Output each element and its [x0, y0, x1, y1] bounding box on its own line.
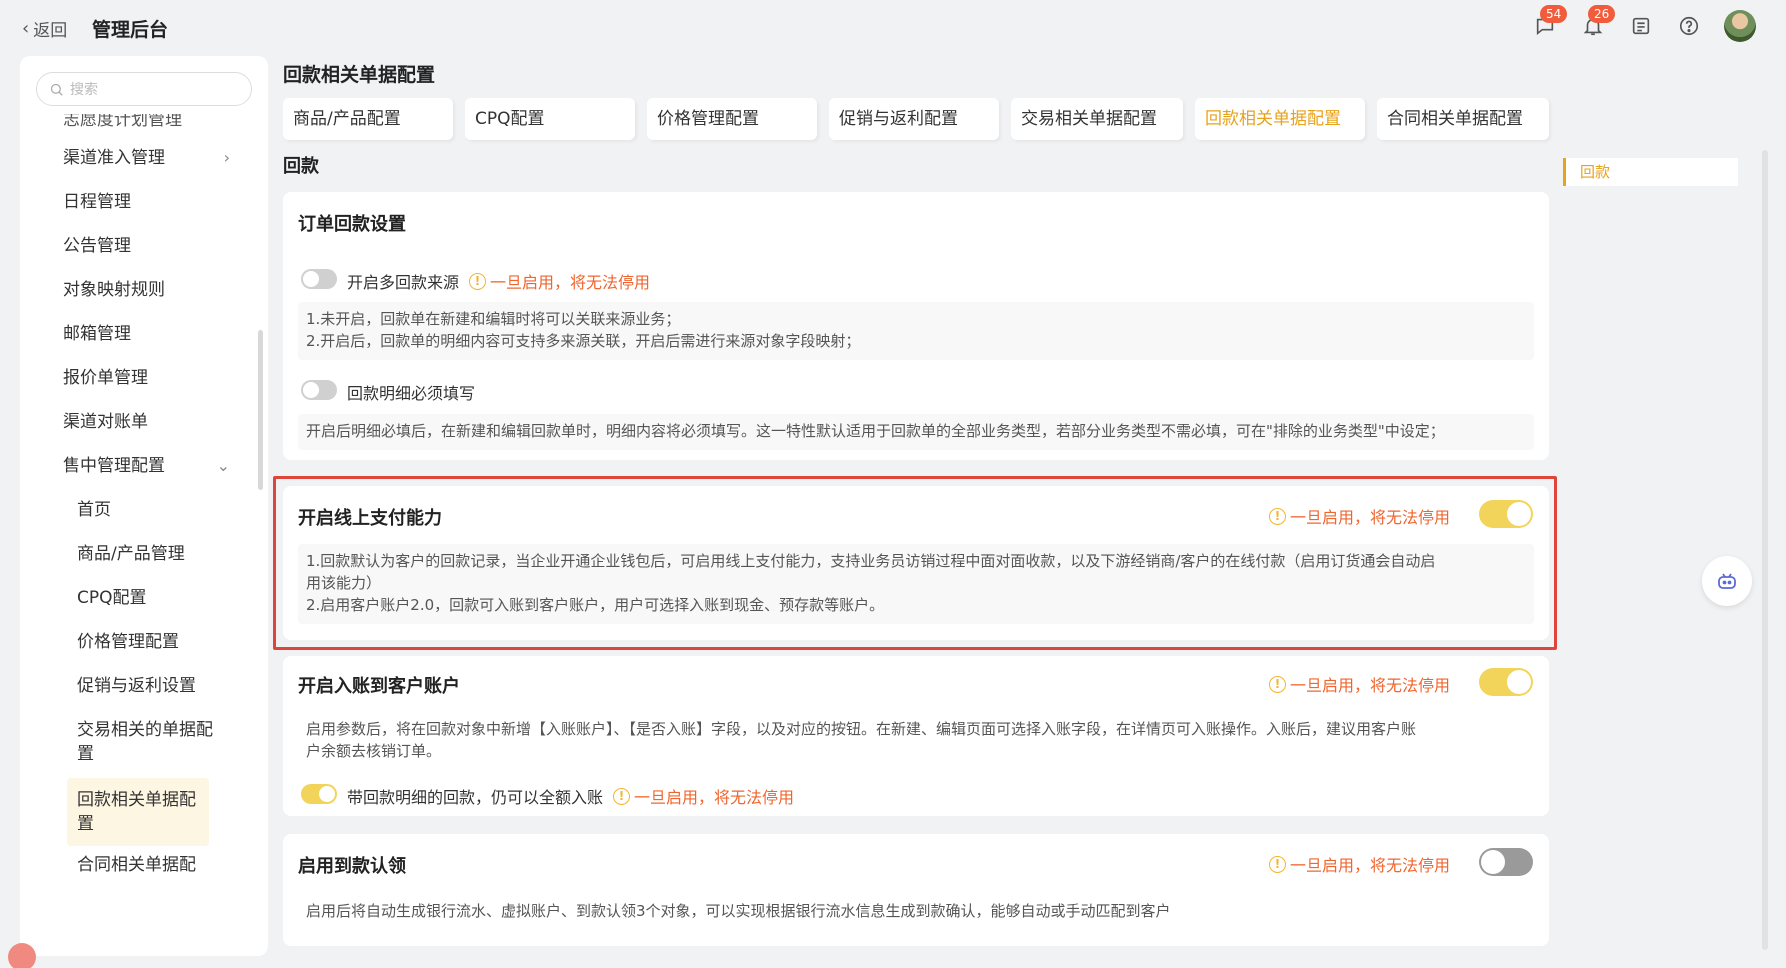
customer-account-description: 启用参数后，将在回款对象中新增【入账账户】、【是否入账】字段，以及对应的按钮。在… [298, 712, 1534, 768]
tab-product-config[interactable]: 商品/产品配置 [283, 98, 453, 140]
config-tabs: 商品/产品配置 CPQ配置 价格管理配置 促销与返利配置 交易相关单据配置 回款… [283, 98, 1549, 140]
sidebar-item-label: 售中管理配置 [63, 456, 165, 476]
detail-required-toggle[interactable] [301, 380, 337, 400]
warning-icon: ! [469, 272, 486, 290]
sidebar: 搜索 志愿度计划管理 渠道准入管理 › 日程管理 公告管理 对象映射规则 邮箱管… [20, 56, 268, 956]
chevron-down-icon: ⌄ [216, 456, 230, 475]
search-icon [50, 83, 63, 96]
card-payment-claim: 启用到款认领 ! 一旦启用，将无法停用 启用后将自动生成银行流水、虚拟账户、到款… [283, 834, 1549, 946]
sidebar-item-quote[interactable]: 报价单管理 [20, 356, 260, 400]
detail-required-label: 回款明细必须填写 [347, 384, 476, 403]
notification-button[interactable]: 26 [1580, 5, 1616, 39]
sidebar-subitem-promotion[interactable]: 促销与返利设置 [20, 664, 260, 708]
robot-icon [1718, 573, 1736, 589]
tab-contract-config[interactable]: 合同相关单据配置 [1377, 98, 1549, 140]
warning-icon: ! [1269, 675, 1286, 693]
back-label: 返回 [33, 21, 68, 41]
chevron-left-icon: ‹ [22, 18, 30, 39]
app-title: 管理后台 [92, 19, 169, 41]
tab-cpq-config[interactable]: CPQ配置 [465, 98, 635, 140]
assistant-button[interactable] [1702, 556, 1752, 606]
main-scrollbar[interactable] [1762, 150, 1768, 950]
sidebar-item-label: 渠道准入管理 [63, 148, 165, 168]
sidebar-subitem-product[interactable]: 商品/产品管理 [20, 532, 260, 576]
page-title: 回款相关单据配置 [283, 64, 436, 86]
warning-text: 一旦启用，将无法停用 [490, 273, 651, 292]
sidebar-subitem-cpq[interactable]: CPQ配置 [20, 576, 260, 620]
sidebar-item-object-mapping[interactable]: 对象映射规则 [20, 268, 260, 312]
sidebar-subitem-home[interactable]: 首页 [20, 488, 260, 532]
section-label: 回款 [283, 156, 319, 177]
highlight-box [273, 476, 1557, 650]
user-avatar[interactable] [1724, 10, 1756, 42]
sidebar-scrollbar[interactable] [258, 330, 263, 490]
full-amount-warning: ! 一旦启用，将无法停用 [613, 784, 794, 808]
inbox-icon [1632, 17, 1650, 35]
sidebar-subitem-transaction[interactable]: 交易相关的单据配置 [20, 708, 220, 774]
tab-price-config[interactable]: 价格管理配置 [647, 98, 817, 140]
message-button[interactable]: 54 [1532, 5, 1568, 39]
inbox-button[interactable] [1628, 13, 1654, 39]
multi-source-label: 开启多回款来源 [347, 273, 460, 292]
multi-source-warning: ! 一旦启用，将无法停用 [469, 269, 650, 293]
payment-claim-description: 启用后将自动生成银行流水、虚拟账户、到款认领3个对象，可以实现根据银行流水信息生… [298, 894, 1534, 930]
sidebar-item-sales-config[interactable]: 售中管理配置 ⌄ [20, 444, 260, 488]
multi-source-toggle[interactable] [301, 269, 337, 289]
back-button[interactable]: ‹ 返回 [22, 16, 67, 41]
notification-badge: 26 [1588, 5, 1616, 23]
top-icons: 54 26 [1532, 5, 1756, 42]
search-placeholder: 搜索 [70, 82, 98, 98]
sidebar-item-mailbox[interactable]: 邮箱管理 [20, 312, 260, 356]
desc-line: 1.未开启，回款单在新建和编辑时将可以关联来源业务； [306, 310, 681, 328]
chevron-right-icon: › [223, 148, 230, 167]
sidebar-subitem-contract[interactable]: 合同相关单据配 [20, 850, 260, 880]
desc-line: 户余额去核销订单。 [306, 742, 442, 760]
sidebar-item-plan-management[interactable]: 志愿度计划管理 [20, 114, 260, 136]
sidebar-menu: 志愿度计划管理 渠道准入管理 › 日程管理 公告管理 对象映射规则 邮箱管理 报… [20, 114, 260, 880]
sidebar-item-channel-access[interactable]: 渠道准入管理 › [20, 136, 260, 180]
sidebar-subitem-label: 回款相关单据配置 [77, 790, 196, 834]
message-badge: 54 [1540, 5, 1568, 23]
sidebar-subitem-price[interactable]: 价格管理配置 [20, 620, 260, 664]
payment-claim-warning: ! 一旦启用，将无法停用 [1269, 852, 1450, 876]
desc-line: 2.开启后，回款单的明细内容可支持多来源关联，开启后需进行来源对象字段映射； [306, 332, 861, 350]
warning-text: 一旦启用，将无法停用 [1290, 856, 1451, 875]
card-title: 订单回款设置 [298, 214, 406, 235]
full-amount-toggle[interactable] [301, 784, 337, 804]
warning-icon: ! [613, 787, 630, 805]
customer-account-warning: ! 一旦启用，将无法停用 [1269, 672, 1450, 696]
tab-payment-config[interactable]: 回款相关单据配置 [1195, 98, 1365, 140]
floating-red-indicator [8, 943, 36, 968]
customer-account-toggle[interactable] [1479, 668, 1533, 696]
card-customer-account: 开启入账到客户账户 ! 一旦启用，将无法停用 启用参数后，将在回款对象中新增【入… [283, 656, 1549, 816]
sidebar-item-channel-statement[interactable]: 渠道对账单 [20, 400, 260, 444]
payment-claim-toggle[interactable] [1479, 848, 1533, 876]
full-amount-label: 带回款明细的回款，仍可以全额入账 [347, 788, 604, 807]
card-title: 启用到款认领 [298, 856, 406, 877]
help-button[interactable] [1676, 13, 1702, 39]
warning-text: 一旦启用，将无法停用 [1290, 676, 1451, 695]
card-title: 开启入账到客户账户 [298, 676, 460, 697]
sidebar-item-announcement[interactable]: 公告管理 [20, 224, 260, 268]
top-bar: ‹ 返回 管理后台 54 26 [0, 0, 1786, 58]
sidebar-item-schedule[interactable]: 日程管理 [20, 180, 260, 224]
tab-transaction-config[interactable]: 交易相关单据配置 [1011, 98, 1183, 140]
detail-required-description: 开启后明细必填后，在新建和编辑回款单时，明细内容将必须填写。这一特性默认适用于回… [298, 414, 1534, 450]
tab-promotion-config[interactable]: 促销与返利配置 [829, 98, 999, 140]
anchor-nav-payment[interactable]: 回款 [1563, 158, 1738, 186]
sidebar-search[interactable]: 搜索 [36, 72, 252, 106]
desc-line: 启用参数后，将在回款对象中新增【入账账户】、【是否入账】字段，以及对应的按钮。在… [306, 720, 1417, 738]
multi-source-description: 1.未开启，回款单在新建和编辑时将可以关联来源业务； 2.开启后，回款单的明细内… [298, 302, 1534, 360]
card-order-payment-settings: 订单回款设置 开启多回款来源 ! 一旦启用，将无法停用 1.未开启，回款单在新建… [283, 192, 1549, 460]
warning-icon: ! [1269, 855, 1286, 873]
warning-text: 一旦启用，将无法停用 [634, 788, 795, 807]
sidebar-subitem-label: 交易相关的单据配置 [77, 720, 213, 764]
sidebar-subitem-payment[interactable]: 回款相关单据配置 [67, 778, 209, 846]
help-icon [1679, 16, 1699, 36]
